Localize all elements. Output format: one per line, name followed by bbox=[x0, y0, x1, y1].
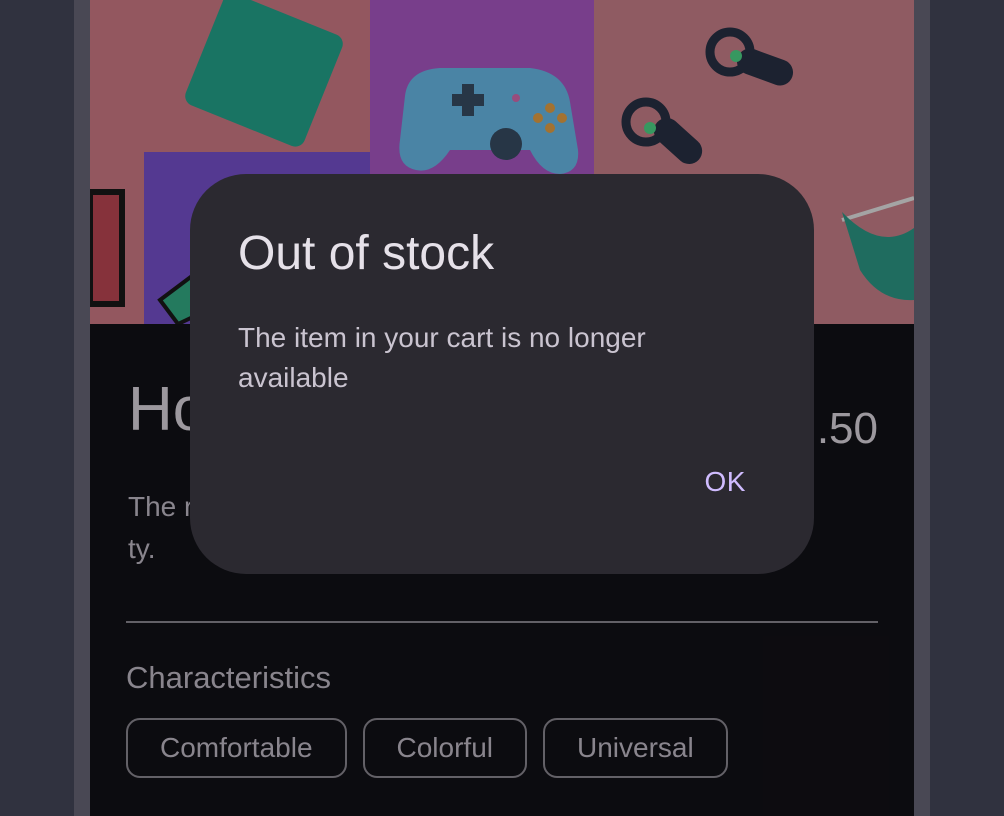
ok-button[interactable]: OK bbox=[695, 460, 756, 504]
dialog-message: The item in your cart is no longer avail… bbox=[238, 322, 646, 393]
dialog-title: Out of stock bbox=[238, 227, 495, 280]
out-of-stock-dialog: Out of stock The item in your cart is no… bbox=[190, 174, 814, 574]
